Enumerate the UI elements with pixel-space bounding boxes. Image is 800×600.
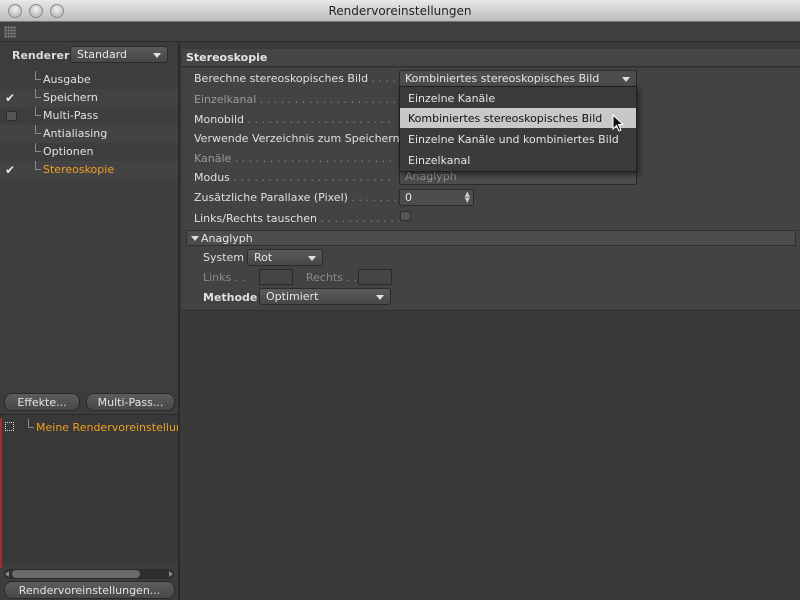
menu-item-einzelne-kanaele[interactable]: Einzelne Kanäle (400, 88, 636, 108)
system-dropdown[interactable]: Rot (247, 249, 323, 266)
settings-sidebar: Renderer Standard Ausgabe ✔ Speichern Mu… (0, 42, 180, 600)
active-marker (0, 418, 2, 568)
sidebar-item-antialiasing[interactable]: Antialiasing (0, 125, 178, 143)
links-label: Links . . (203, 271, 246, 284)
monobild-row: Monobild . . . . . . . . . . . . . . . .… (194, 111, 404, 129)
sidebar-item-label: Optionen (43, 145, 94, 158)
sidebar-item-stereoskopie[interactable]: ✔ Stereoskopie (0, 161, 178, 179)
renderer-dropdown[interactable]: Standard (70, 46, 168, 63)
effects-button[interactable]: Effekte... (4, 393, 80, 411)
scrollbar-thumb[interactable] (12, 570, 140, 578)
tree-line-icon (28, 419, 34, 428)
chevron-down-icon (622, 77, 630, 82)
renderer-label: Renderer (12, 49, 70, 62)
list-item[interactable]: Meine Rendervoreinstellun (0, 419, 178, 437)
tree-line-icon (35, 161, 41, 170)
mouse-cursor-icon (612, 114, 625, 132)
preset-list: Meine Rendervoreinstellun (0, 414, 178, 564)
tree-line-icon (35, 71, 41, 80)
methode-label: Methode (203, 291, 258, 304)
chevron-down-icon (376, 295, 384, 300)
berechne-popup-menu: Einzelne Kanäle Kombiniertes stereoskopi… (399, 86, 637, 172)
multi-pass-button[interactable]: Multi-Pass... (86, 393, 175, 411)
sidebar-item-ausgabe[interactable]: Ausgabe (0, 71, 178, 89)
anaglyph-title: Anaglyph (201, 232, 253, 245)
kanaele-label: Kanäle . . . . . . . . . . . . . . . . .… (194, 152, 393, 165)
tauschen-label: Links/Rechts tauschen . . . . . . . . . … (194, 212, 399, 225)
expand-icon[interactable] (5, 422, 14, 431)
sidebar-item-label: Antialiasing (43, 127, 108, 140)
menu-item-kombiniertes-bild[interactable]: Kombiniertes stereoskopisches Bild (400, 108, 636, 128)
methode-value: Optimiert (266, 290, 319, 303)
collapse-triangle-icon[interactable] (191, 236, 199, 241)
anaglyph-header[interactable]: Anaglyph (186, 230, 796, 246)
checkmark-icon[interactable]: ✔ (5, 163, 15, 177)
grip-icon[interactable] (4, 26, 16, 38)
berechne-value: Kombiniertes stereoskopisches Bild (405, 72, 600, 85)
tree-line-icon (35, 143, 41, 152)
einzelkanal-label: Einzelkanal . . . . . . . . . . . . . . … (194, 93, 397, 106)
verzeichnis-row: Verwende Verzeichnis zum Speichern (194, 130, 404, 148)
sidebar-item-optionen[interactable]: Optionen (0, 143, 178, 161)
sidebar-item-label: Ausgabe (43, 73, 91, 86)
render-presets-button[interactable]: Rendervoreinstellungen... (4, 581, 175, 599)
modus-row: Modus . . . . . . . . . . . . . . . . . … (194, 169, 404, 187)
menu-item-einzelne-und-kombiniert[interactable]: Einzelne Kanäle und kombiniertes Bild (400, 129, 636, 149)
verzeichnis-label: Verwende Verzeichnis zum Speichern (194, 132, 400, 145)
methode-dropdown[interactable]: Optimiert (259, 288, 391, 305)
tauschen-row: Links/Rechts tauschen . . . . . . . . . … (194, 210, 399, 228)
toolbar (0, 22, 800, 42)
parallaxe-label: Zusätzliche Parallaxe (Pixel) . . . . . … (194, 191, 399, 204)
sidebar-item-multi-pass[interactable]: Multi-Pass (0, 107, 178, 125)
sidebar-item-label: Multi-Pass (43, 109, 99, 122)
berechne-dropdown[interactable]: Kombiniertes stereoskopisches Bild (399, 70, 637, 87)
checkbox[interactable] (6, 111, 17, 121)
renderer-dropdown-value: Standard (77, 48, 128, 61)
parallaxe-row: Zusätzliche Parallaxe (Pixel) . . . . . … (194, 189, 399, 207)
monobild-label: Monobild . . . . . . . . . . . . . . . .… (194, 113, 391, 126)
system-label: System (203, 251, 245, 264)
tree-line-icon (35, 89, 41, 98)
modus-label: Modus . . . . . . . . . . . . . . . . . … (194, 171, 391, 184)
kanaele-row: Kanäle . . . . . . . . . . . . . . . . .… (194, 150, 404, 168)
scroll-right-icon[interactable] (169, 571, 173, 577)
parallaxe-value: 0 (405, 191, 412, 204)
sidebar-item-label: Speichern (43, 91, 98, 104)
chevron-down-icon (308, 256, 316, 261)
berechne-label: Berechne stereoskopisches Bild . . . . . (194, 72, 404, 85)
menu-item-einzelkanal[interactable]: Einzelkanal (400, 150, 636, 170)
parallaxe-input[interactable]: 0 ▲ ▼ (399, 189, 474, 206)
stepper-icon[interactable]: ▲ ▼ (465, 191, 470, 204)
section-header: Stereoskopie (182, 49, 800, 67)
window-title: Rendervoreinstellungen (328, 4, 472, 18)
preset-name: Meine Rendervoreinstellun (36, 421, 178, 434)
tauschen-checkbox[interactable] (400, 211, 411, 221)
rechts-label: Rechts . . (306, 271, 357, 284)
einzelkanal-row: Einzelkanal . . . . . . . . . . . . . . … (194, 91, 404, 109)
links-color-field[interactable] (259, 269, 293, 285)
horizontal-scrollbar[interactable] (4, 569, 174, 579)
section-title: Stereoskopie (186, 51, 268, 64)
rechts-color-field[interactable] (358, 269, 392, 285)
window-titlebar: Rendervoreinstellungen (0, 0, 800, 22)
tree-line-icon (35, 125, 41, 134)
chevron-down-icon (153, 53, 161, 58)
tree-line-icon (35, 107, 41, 116)
sidebar-item-speichern[interactable]: ✔ Speichern (0, 89, 178, 107)
scroll-left-icon[interactable] (5, 571, 9, 577)
system-value: Rot (254, 251, 273, 264)
sidebar-item-label: Stereoskopie (43, 163, 115, 176)
checkmark-icon[interactable]: ✔ (5, 91, 15, 105)
